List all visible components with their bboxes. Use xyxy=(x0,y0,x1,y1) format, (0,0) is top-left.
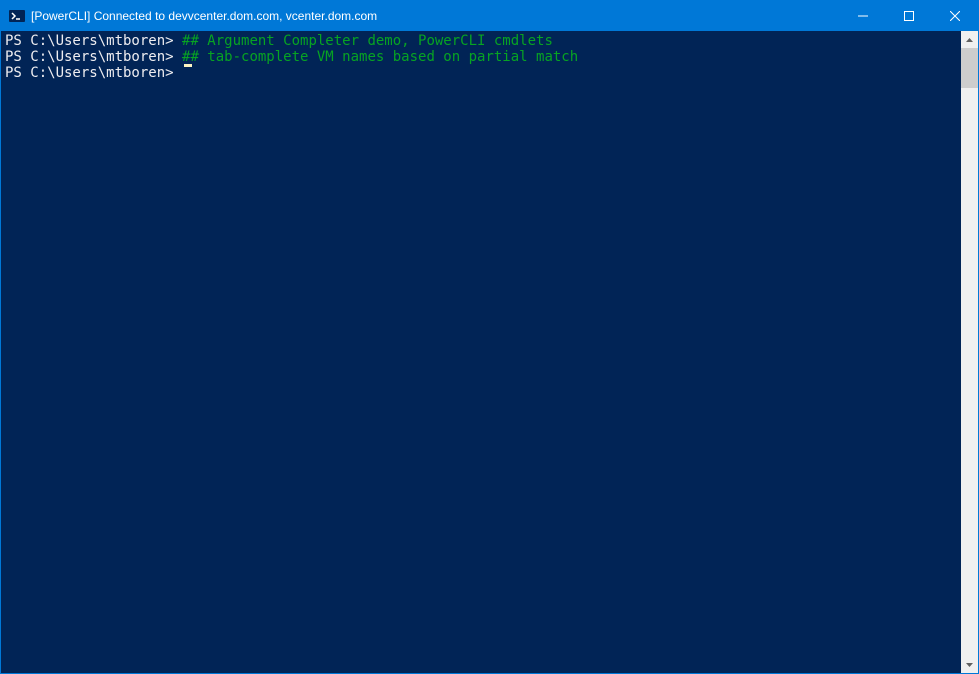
scrollbar-track[interactable] xyxy=(961,48,978,656)
terminal-line: PS C:\Users\mtboren> ## tab-complete VM … xyxy=(5,49,961,65)
titlebar[interactable]: [PowerCLI] Connected to devvcenter.dom.c… xyxy=(1,1,978,31)
window-controls xyxy=(840,1,978,31)
minimize-button[interactable] xyxy=(840,1,886,31)
maximize-button[interactable] xyxy=(886,1,932,31)
cursor xyxy=(184,64,192,67)
terminal-line: PS C:\Users\mtboren> ## Argument Complet… xyxy=(5,33,961,49)
terminal-output[interactable]: PS C:\Users\mtboren> ## Argument Complet… xyxy=(1,31,961,673)
prompt-text: PS C:\Users\mtboren> xyxy=(5,33,182,49)
prompt-text: PS C:\Users\mtboren> xyxy=(5,65,182,81)
window-title: [PowerCLI] Connected to devvcenter.dom.c… xyxy=(31,9,840,23)
content-area: PS C:\Users\mtboren> ## Argument Complet… xyxy=(1,31,978,673)
close-button[interactable] xyxy=(932,1,978,31)
terminal-line: PS C:\Users\mtboren> xyxy=(5,65,961,81)
powershell-icon xyxy=(9,8,25,24)
vertical-scrollbar[interactable] xyxy=(961,31,978,673)
powershell-window: [PowerCLI] Connected to devvcenter.dom.c… xyxy=(0,0,979,674)
command-text: ## tab-complete VM names based on partia… xyxy=(182,49,578,65)
scrollbar-thumb[interactable] xyxy=(961,48,978,88)
command-text: ## Argument Completer demo, PowerCLI cmd… xyxy=(182,33,553,49)
scrollbar-up-button[interactable] xyxy=(961,31,978,48)
scrollbar-down-button[interactable] xyxy=(961,656,978,673)
prompt-text: PS C:\Users\mtboren> xyxy=(5,49,182,65)
